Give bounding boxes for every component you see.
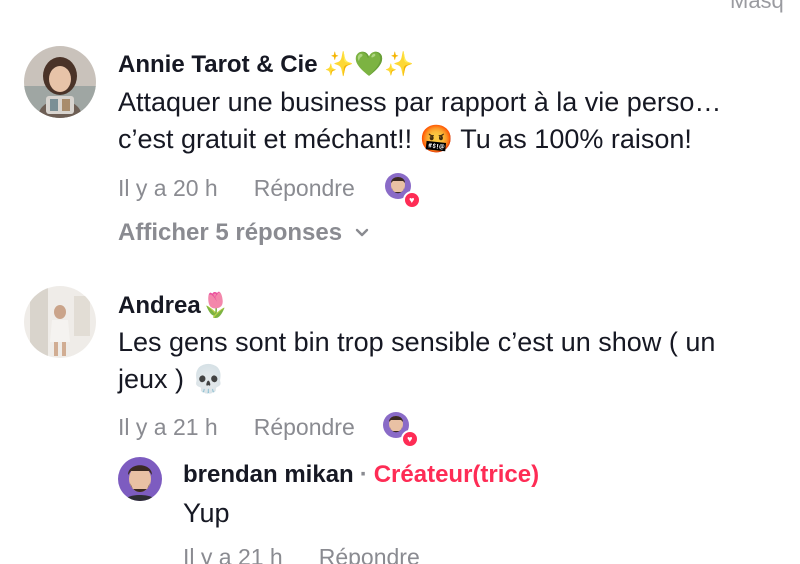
comment-text-line: c’est gratuit et méchant!! 🤬 Tu as 100% … — [118, 124, 692, 154]
comment-text-line: jeux ) 💀 — [118, 364, 226, 394]
avatar-andrea[interactable] — [24, 286, 96, 358]
separator-dot: · — [359, 461, 368, 488]
view-replies-button[interactable]: Afficher 5 réponses — [118, 219, 370, 247]
comment-author-name[interactable]: Annie Tarot & Cie ✨💚✨ — [118, 50, 414, 79]
chevron-down-icon — [355, 228, 369, 237]
comment-text-line: Attaquer une business par rapport à la v… — [118, 87, 722, 117]
author-emoji: ✨💚✨ — [324, 50, 414, 78]
reply-timestamp: Il y a 21 h — [183, 544, 283, 564]
reply-button[interactable]: Répondre — [254, 175, 355, 202]
reply-author-row: brendan mikan · Créateur(trice) — [183, 461, 539, 489]
creator-liked-badge: ♥ — [384, 173, 421, 209]
heart-icon: ♥ — [400, 430, 419, 448]
view-replies-label: Afficher 5 réponses — [118, 219, 343, 246]
comment-meta: Il y a 21 h Répondre ♥ — [118, 412, 419, 448]
reply-button[interactable]: Répondre — [254, 414, 355, 441]
reply-meta: Il y a 21 h Répondre — [183, 544, 420, 564]
creator-liked-badge: ♥ — [382, 412, 419, 448]
reply-text: Yup — [183, 498, 230, 528]
comment-timestamp: Il y a 20 h — [118, 174, 218, 201]
comment-meta: Il y a 20 h Répondre ♥ — [118, 173, 421, 209]
comment-text-line: Les gens sont bin trop sensible c’est un… — [118, 327, 716, 357]
author-name-text: Andrea — [118, 292, 201, 319]
avatar-brendan[interactable] — [118, 457, 162, 501]
author-emoji: 🌷 — [200, 291, 231, 319]
comment-text: Attaquer une business par rapport à la v… — [118, 84, 788, 158]
author-name-text: Annie Tarot & Cie — [118, 51, 318, 78]
heart-icon: ♥ — [402, 191, 421, 209]
comment-timestamp: Il y a 21 h — [118, 413, 218, 440]
creator-badge: Créateur(trice) — [373, 461, 540, 488]
avatar-annie[interactable] — [24, 46, 96, 118]
comment-text: Les gens sont bin trop sensible c’est un… — [118, 324, 788, 398]
top-cut-off-label: Masq — [730, 0, 784, 13]
reply-author-name[interactable]: brendan mikan — [183, 461, 354, 488]
reply-button[interactable]: Répondre — [319, 544, 420, 564]
comment-author-name[interactable]: Andrea🌷 — [118, 291, 231, 320]
